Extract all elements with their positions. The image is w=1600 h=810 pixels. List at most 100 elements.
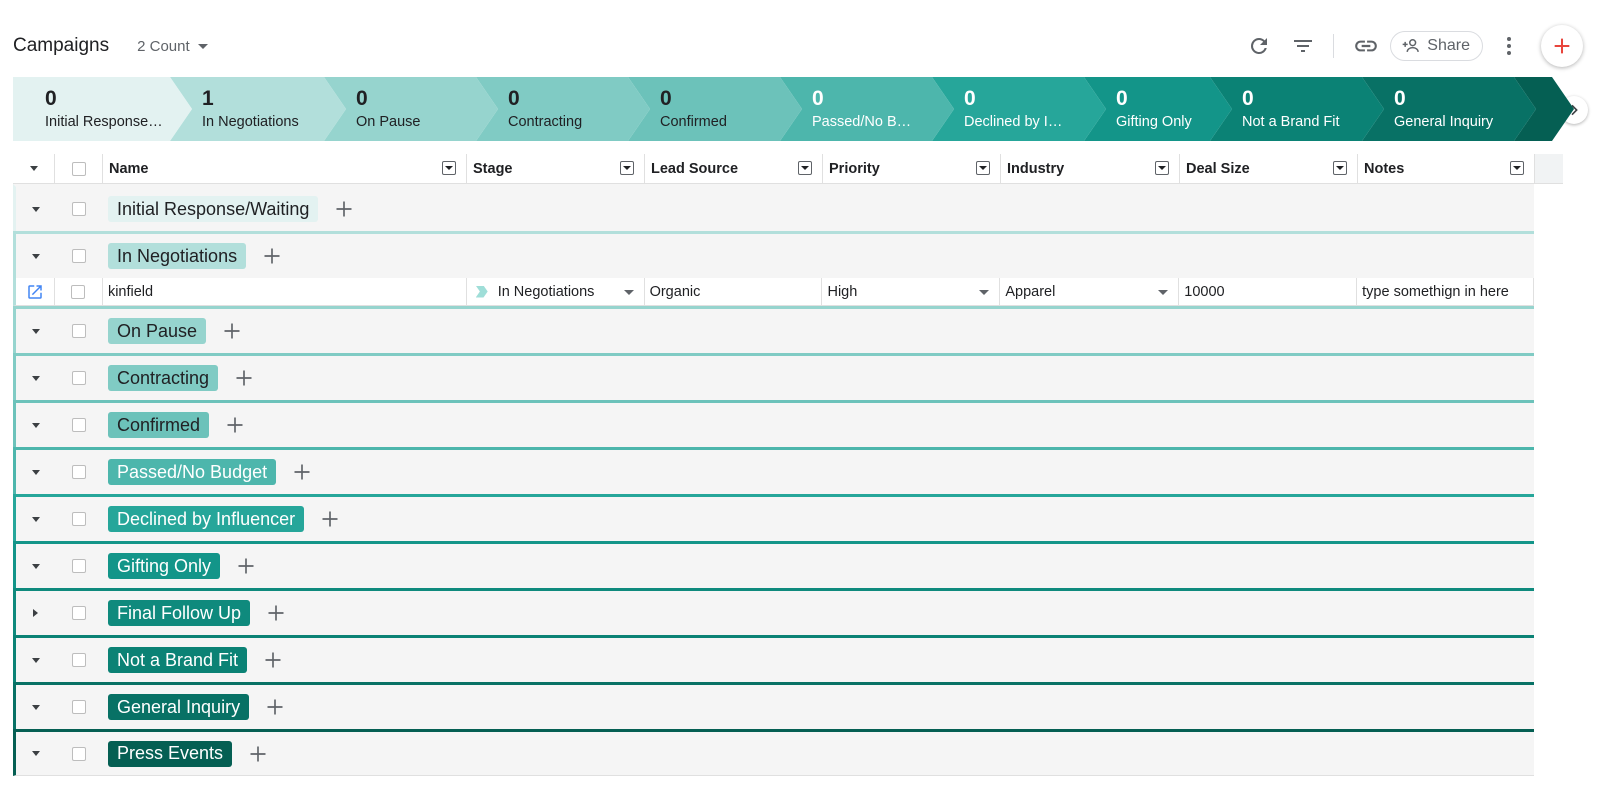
group-expand-toggle[interactable] (16, 375, 55, 381)
refresh-button[interactable] (1241, 28, 1277, 64)
pipeline-stage-count: 0 (964, 87, 976, 110)
column-menu-icon[interactable] (798, 161, 812, 175)
count-label: 2 Count (137, 37, 190, 55)
group-expand-toggle[interactable] (16, 609, 55, 617)
group-checkbox[interactable] (72, 324, 86, 338)
pipeline-stage-label: Contracting (508, 114, 583, 130)
column-menu-icon[interactable] (1155, 161, 1169, 175)
group-expand-toggle[interactable] (16, 563, 55, 569)
group-checkbox[interactable] (72, 653, 86, 667)
group-expand-toggle[interactable] (16, 657, 55, 663)
pipeline-stage-0[interactable]: 0 Initial Response… (13, 77, 192, 141)
pipeline-stage-6[interactable]: 0 Declined by I… (932, 77, 1106, 141)
count-dropdown[interactable]: 2 Count (137, 38, 208, 55)
group-label-chip: Initial Response/Waiting (108, 196, 319, 222)
column-header-name[interactable]: Name (103, 154, 467, 183)
column-header-notes[interactable]: Notes (1358, 154, 1535, 183)
group-expand-toggle[interactable] (16, 751, 55, 756)
dropdown-caret-icon (1158, 290, 1169, 295)
group-expand-toggle[interactable] (16, 469, 55, 475)
column-label: Lead Source (651, 160, 739, 177)
column-header-stage[interactable]: Stage (467, 154, 645, 183)
collapse-all-toggle[interactable] (13, 154, 55, 183)
add-to-group-button[interactable] (263, 695, 287, 719)
column-menu-icon[interactable] (976, 161, 990, 175)
pipeline-stage-4[interactable]: 0 Confirmed (628, 77, 802, 141)
add-record-button[interactable] (1541, 25, 1583, 67)
add-to-group-button[interactable] (223, 413, 247, 437)
add-to-group-button[interactable] (261, 648, 285, 672)
add-to-group-button[interactable] (234, 554, 258, 578)
cell-notes[interactable]: type somethign in here (1357, 278, 1535, 305)
add-to-group-button[interactable] (332, 197, 356, 221)
column-menu-icon[interactable] (620, 161, 634, 175)
pipeline-stage-8[interactable]: 0 Not a Brand Fit (1210, 77, 1384, 141)
pipeline-stage-1[interactable]: 1 In Negotiations (170, 77, 346, 141)
copy-link-button[interactable] (1348, 28, 1384, 64)
column-header-industry[interactable]: Industry (1001, 154, 1180, 183)
caret-down-icon (31, 469, 40, 475)
caret-down-icon (31, 751, 40, 756)
column-header-deal-size[interactable]: Deal Size (1180, 154, 1358, 183)
column-menu-icon[interactable] (1333, 161, 1347, 175)
add-to-group-button[interactable] (290, 460, 314, 484)
pipeline-stage-2[interactable]: 0 On Pause (324, 77, 498, 141)
group-checkbox[interactable] (72, 606, 86, 620)
add-to-group-button[interactable] (220, 319, 244, 343)
row-checkbox[interactable] (71, 284, 86, 299)
table-row[interactable]: kinfield In Negotiations Organic High Ap… (13, 278, 1535, 306)
column-menu-icon[interactable] (442, 161, 456, 175)
column-menu-icon[interactable] (1510, 161, 1524, 175)
add-to-group-button[interactable] (232, 366, 256, 390)
add-to-group-button[interactable] (318, 507, 342, 531)
add-to-group-button[interactable] (260, 244, 284, 268)
group-expand-toggle[interactable] (16, 253, 55, 259)
pipeline-stage-label: Declined by I… (964, 114, 1063, 130)
group-header: Passed/No Budget (13, 447, 1534, 494)
select-all-checkbox[interactable] (71, 161, 86, 176)
group-checkbox[interactable] (72, 700, 86, 714)
column-label: Notes (1364, 160, 1405, 177)
column-header-priority[interactable]: Priority (823, 154, 1001, 183)
cell-deal-size[interactable]: 10000 (1179, 278, 1358, 305)
group-label-chip: Contracting (108, 365, 219, 391)
group-expand-toggle[interactable] (16, 422, 55, 428)
group-checkbox[interactable] (72, 465, 86, 479)
add-to-group-button[interactable] (264, 601, 288, 625)
cell-stage[interactable]: In Negotiations (467, 278, 645, 305)
pipeline-stage-label: Initial Response… (45, 114, 163, 130)
group-label-chip: In Negotiations (108, 243, 247, 269)
cell-priority[interactable]: High (822, 278, 1001, 305)
group-expand-toggle[interactable] (16, 516, 55, 522)
group-checkbox[interactable] (72, 512, 86, 526)
open-record-button[interactable] (16, 278, 55, 305)
group-checkbox[interactable] (72, 249, 86, 263)
group-expand-toggle[interactable] (16, 704, 55, 710)
group-expand-toggle[interactable] (16, 206, 55, 212)
group-checkbox[interactable] (72, 371, 86, 385)
pipeline-stage-count: 0 (1116, 87, 1128, 110)
cell-industry[interactable]: Apparel (1000, 278, 1180, 305)
pipeline-stage-9[interactable]: 0 General Inquiry (1362, 77, 1536, 141)
cell-lead-source[interactable]: Organic (645, 278, 823, 305)
group-checkbox[interactable] (72, 746, 86, 761)
pipeline-stage-7[interactable]: 0 Gifting Only (1084, 77, 1232, 141)
group-checkbox[interactable] (72, 559, 86, 573)
pipeline-stage-3[interactable]: 0 Contracting (476, 77, 650, 141)
group-expand-toggle[interactable] (16, 328, 55, 334)
dropdown-caret-icon (979, 290, 990, 295)
more-options-button[interactable] (1491, 28, 1527, 64)
filter-button[interactable] (1285, 28, 1321, 64)
group-header: Not a Brand Fit (13, 635, 1534, 682)
group-label-chip: Passed/No Budget (108, 459, 277, 485)
column-header-lead-source[interactable]: Lead Source (645, 154, 823, 183)
group-checkbox[interactable] (72, 418, 86, 432)
plus-icon (224, 323, 240, 339)
pipeline-stage-5[interactable]: 0 Passed/No B… (780, 77, 954, 141)
group-checkbox[interactable] (72, 202, 86, 216)
cell-name[interactable]: kinfield (103, 278, 467, 305)
plus-icon (268, 605, 284, 621)
add-to-group-button[interactable] (246, 742, 270, 766)
caret-down-icon (31, 516, 40, 522)
share-button[interactable]: Share (1390, 31, 1483, 61)
